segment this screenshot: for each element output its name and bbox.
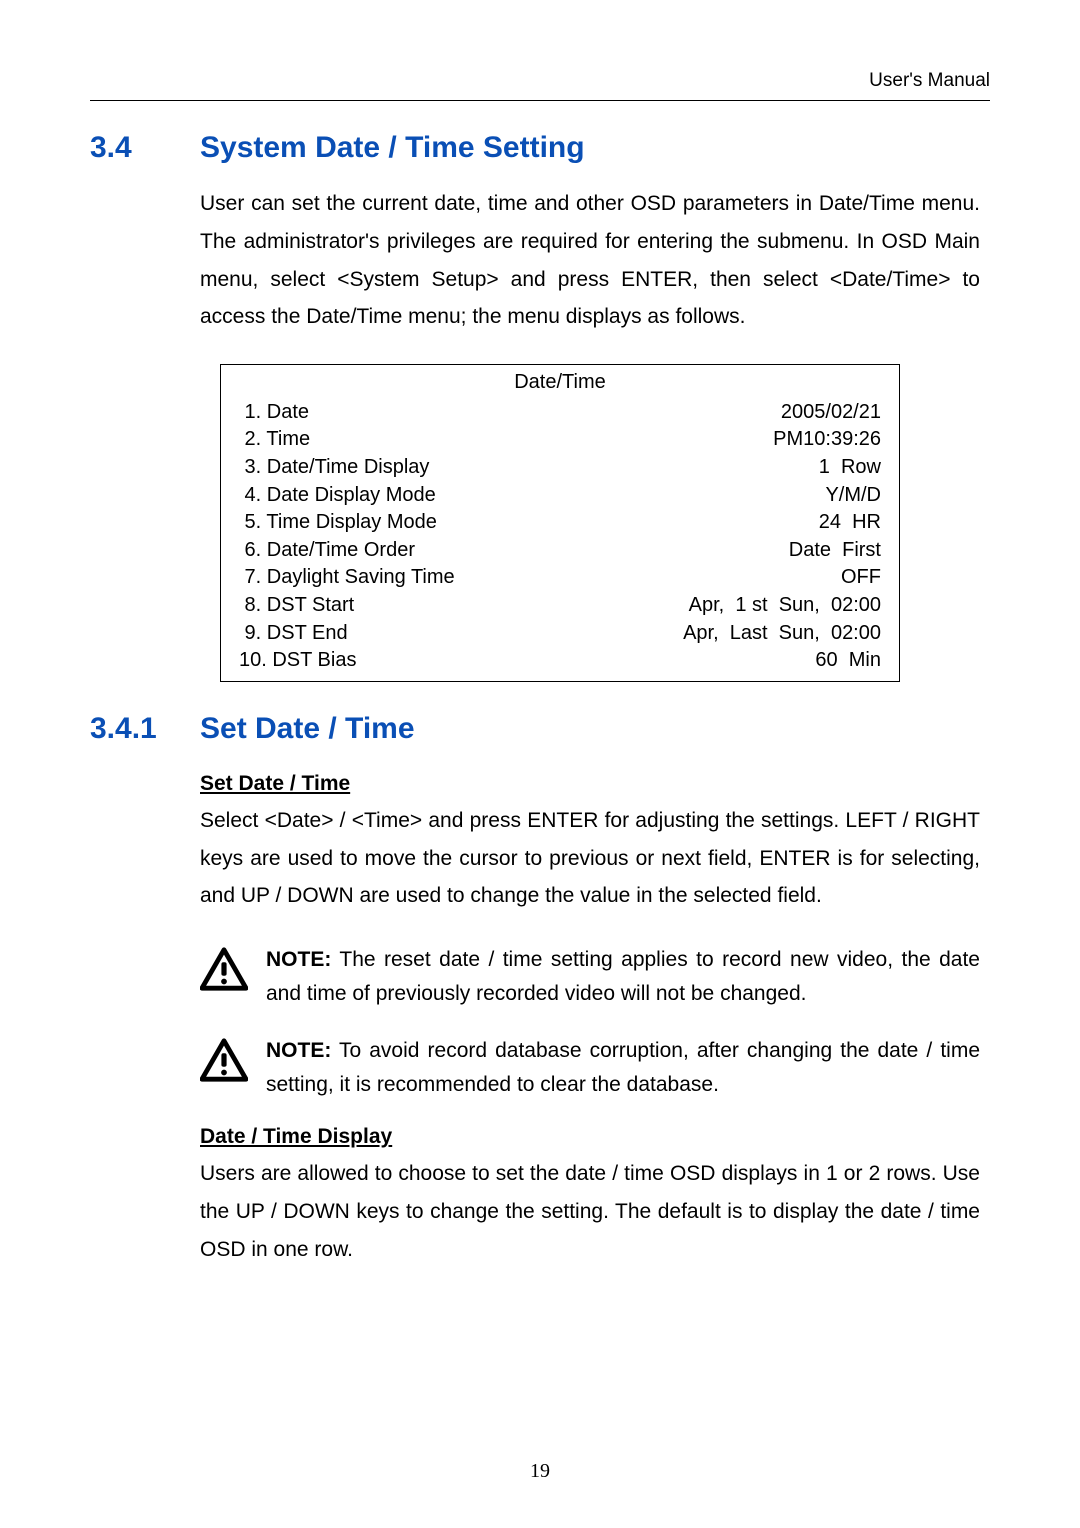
osd-menu-label: 5. Time Display Mode	[239, 509, 437, 537]
osd-menu-value: 1 Row	[819, 454, 881, 482]
note-2-text: NOTE: To avoid record database corruptio…	[266, 1034, 980, 1101]
note-block-2: NOTE: To avoid record database corruptio…	[200, 1034, 980, 1101]
header-divider	[90, 100, 990, 101]
osd-menu-value: Y/M/D	[825, 482, 881, 510]
osd-menu-row: 7. Daylight Saving Time OFF	[239, 564, 881, 592]
set-date-time-paragraph: Select <Date> / <Time> and press ENTER f…	[200, 802, 980, 915]
osd-menu-value: PM10:39:26	[773, 426, 881, 454]
warning-icon	[200, 1038, 248, 1087]
subheading-set-date-time: Set Date / Time	[200, 772, 980, 796]
osd-menu-value: 60 Min	[815, 647, 881, 675]
osd-menu-value: Apr, Last Sun, 02:00	[683, 620, 881, 648]
osd-menu-label: 8. DST Start	[239, 592, 354, 620]
osd-menu-row: 9. DST End Apr, Last Sun, 02:00	[239, 620, 881, 648]
osd-menu-row: 1. Date 2005/02/21	[239, 399, 881, 427]
note-1-text: NOTE: The reset date / time setting appl…	[266, 943, 980, 1010]
note-block-1: NOTE: The reset date / time setting appl…	[200, 943, 980, 1010]
osd-menu-value: OFF	[841, 564, 881, 592]
section-3-4-paragraph: User can set the current date, time and …	[200, 185, 980, 336]
page-number: 19	[0, 1460, 1080, 1483]
warning-icon	[200, 947, 248, 996]
osd-menu-label: 6. Date/Time Order	[239, 537, 415, 565]
osd-menu-label: 1. Date	[239, 399, 309, 427]
osd-menu-value: 2005/02/21	[781, 399, 881, 427]
osd-menu-row: 4. Date Display Mode Y/M/D	[239, 482, 881, 510]
section-3-4-1-heading: 3.4.1 Set Date / Time	[90, 712, 990, 746]
osd-menu-label: 10. DST Bias	[239, 647, 356, 675]
subheading-date-time-display: Date / Time Display	[200, 1125, 980, 1149]
osd-menu-value: Apr, 1 st Sun, 02:00	[689, 592, 881, 620]
date-time-display-paragraph: Users are allowed to choose to set the d…	[200, 1155, 980, 1268]
section-title-3-4: System Date / Time Setting	[200, 131, 585, 165]
osd-menu-row: 5. Time Display Mode 24 HR	[239, 509, 881, 537]
note-body: To avoid record database corruption, aft…	[266, 1039, 980, 1096]
page: User's Manual 3.4 System Date / Time Set…	[0, 0, 1080, 1528]
osd-menu-label: 7. Daylight Saving Time	[239, 564, 455, 592]
section-number-3-4-1: 3.4.1	[90, 712, 200, 746]
osd-menu-label: 9. DST End	[239, 620, 348, 648]
osd-menu-label: 4. Date Display Mode	[239, 482, 436, 510]
section-number-3-4: 3.4	[90, 131, 200, 165]
osd-menu-row: 3. Date/Time Display 1 Row	[239, 454, 881, 482]
osd-menu-label: 3. Date/Time Display	[239, 454, 429, 482]
note-label: NOTE:	[266, 1039, 331, 1062]
osd-menu-box: Date/Time 1. Date 2005/02/21 2. Time PM1…	[220, 364, 900, 682]
osd-menu-title: Date/Time	[239, 369, 881, 397]
note-body: The reset date / time setting applies to…	[266, 948, 980, 1005]
section-title-3-4-1: Set Date / Time	[200, 712, 415, 746]
section-3-4-1-body: Set Date / Time Select <Date> / <Time> a…	[200, 766, 980, 1269]
osd-menu-row: 10. DST Bias 60 Min	[239, 647, 881, 675]
osd-menu-value: Date First	[789, 537, 881, 565]
osd-menu-value: 24 HR	[819, 509, 881, 537]
section-3-4-heading: 3.4 System Date / Time Setting	[90, 131, 990, 165]
osd-menu-row: 8. DST Start Apr, 1 st Sun, 02:00	[239, 592, 881, 620]
osd-menu-label: 2. Time	[239, 426, 310, 454]
header-right-text: User's Manual	[90, 70, 990, 92]
osd-menu-row: 6. Date/Time Order Date First	[239, 537, 881, 565]
section-3-4-body: User can set the current date, time and …	[200, 185, 980, 682]
osd-menu-row: 2. Time PM10:39:26	[239, 426, 881, 454]
note-label: NOTE:	[266, 948, 331, 971]
